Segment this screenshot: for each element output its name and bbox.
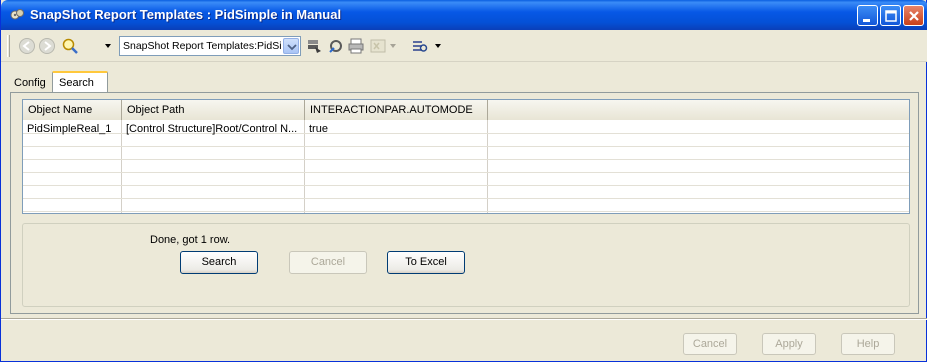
maximize-icon	[885, 10, 897, 22]
combo-dropdown-button[interactable]	[283, 38, 299, 54]
template-combo-value: SnapShot Report Templates:PidSimpl	[123, 40, 281, 52]
toolbar-grip[interactable]	[7, 35, 10, 57]
back-arrow-icon[interactable]	[18, 37, 36, 55]
search-dropdown-arrow-icon[interactable]	[105, 44, 111, 48]
table-row-empty[interactable]	[23, 173, 909, 186]
close-button[interactable]	[903, 5, 924, 26]
search-button[interactable]: Search	[180, 251, 258, 274]
view-dropdown-arrow-icon[interactable]	[435, 44, 441, 48]
apply-button[interactable]: Apply	[762, 333, 816, 355]
column-header-empty	[488, 100, 909, 120]
magnifier-icon[interactable]	[61, 37, 79, 55]
results-grid[interactable]: Object Name Object Path INTERACTIONPAR.A…	[22, 99, 910, 214]
maximize-button[interactable]	[880, 5, 901, 26]
report-stack-icon[interactable]	[305, 37, 323, 55]
tab-search[interactable]: Search	[52, 71, 108, 94]
application-window: SnapShot Report Templates : PidSimple in…	[0, 0, 927, 362]
excel-dropdown-arrow-icon	[390, 44, 396, 48]
tab-strip: Config Search	[1, 62, 927, 94]
template-combo[interactable]: SnapShot Report Templates:PidSimpl	[119, 36, 301, 56]
close-icon	[909, 11, 919, 21]
cancel-button[interactable]: Cancel	[683, 333, 737, 355]
table-row-empty[interactable]	[23, 134, 909, 147]
minimize-button[interactable]	[857, 5, 878, 26]
column-header-object-name[interactable]: Object Name	[23, 100, 122, 120]
forward-arrow-icon[interactable]	[38, 37, 56, 55]
cancel-search-button[interactable]: Cancel	[289, 251, 367, 274]
search-panel: Object Name Object Path INTERACTIONPAR.A…	[10, 92, 919, 314]
table-row[interactable]: PidSimpleReal_1 [Control Structure]Root/…	[23, 120, 909, 135]
help-button[interactable]: Help	[841, 333, 895, 355]
title-bar[interactable]: SnapShot Report Templates : PidSimple in…	[1, 0, 927, 30]
window-title: SnapShot Report Templates : PidSimple in…	[30, 7, 342, 22]
chevron-down-icon	[287, 44, 297, 51]
cell-automode: true	[309, 123, 328, 135]
minimize-icon	[863, 19, 870, 22]
status-text: Done, got 1 row.	[150, 234, 231, 246]
app-icon	[10, 9, 24, 20]
table-row-empty[interactable]	[23, 199, 909, 212]
cell-object-path: [Control Structure]Root/Control N...	[126, 123, 298, 135]
view-icon[interactable]	[411, 37, 429, 55]
column-header-object-path[interactable]: Object Path	[122, 100, 305, 120]
toolbar: SnapShot Report Templates:PidSimpl	[1, 30, 927, 62]
column-header-automode[interactable]: INTERACTIONPAR.AUTOMODE	[305, 100, 488, 120]
grid-header: Object Name Object Path INTERACTIONPAR.A…	[23, 100, 909, 120]
properties-icon[interactable]	[327, 37, 345, 55]
print-icon[interactable]	[347, 37, 365, 55]
footer-divider	[1, 318, 927, 320]
tab-config[interactable]: Config	[10, 73, 54, 93]
excel-icon	[370, 39, 386, 53]
table-row-empty[interactable]	[23, 160, 909, 173]
table-row-empty[interactable]	[23, 186, 909, 199]
search-actions-group: Done, got 1 row. Search Cancel To Excel	[22, 223, 910, 307]
cell-object-name: PidSimpleReal_1	[27, 123, 112, 135]
to-excel-button[interactable]: To Excel	[387, 251, 465, 274]
table-row-empty[interactable]	[23, 147, 909, 160]
